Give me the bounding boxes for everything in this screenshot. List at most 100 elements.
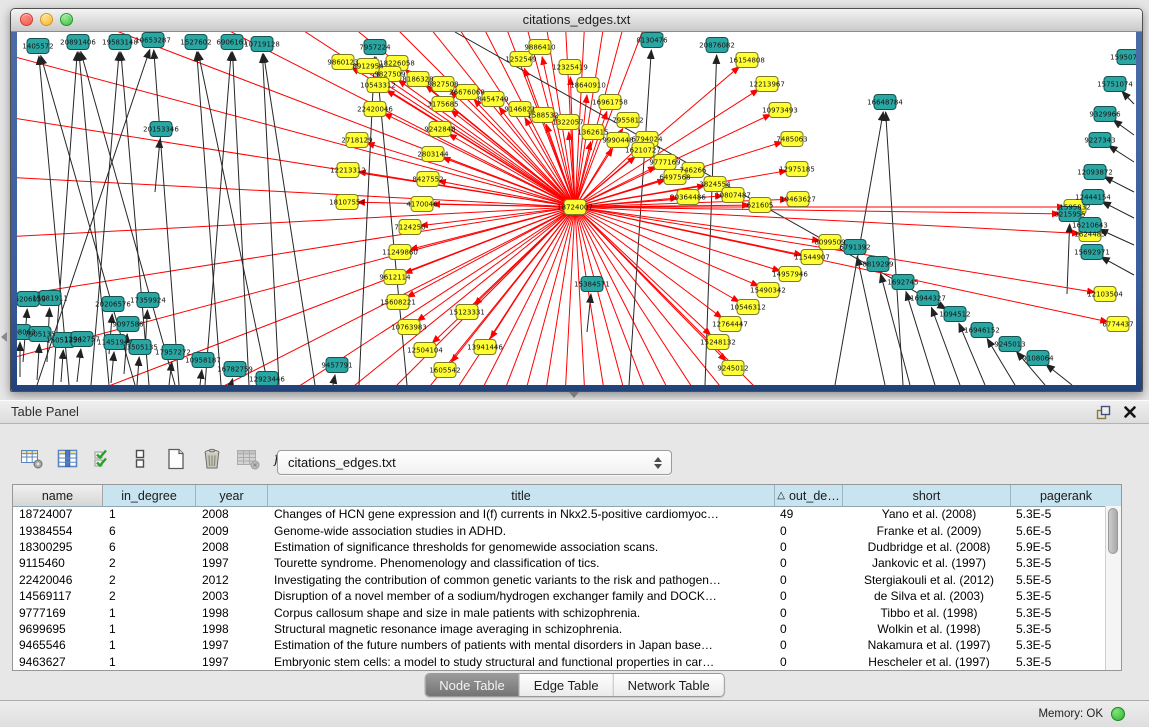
black-edge[interactable] [264,54,315,385]
table-row[interactable]: 969969511998Structural magnetic resonanc… [13,621,1106,637]
splitter-handle[interactable] [569,392,579,398]
network-view-window[interactable]: citations_edges.txt [10,8,1143,392]
table-settings-button[interactable] [18,446,45,472]
red-edge[interactable] [17,32,575,207]
black-edge[interactable] [333,375,335,385]
red-edge[interactable] [17,32,575,207]
red-edge[interactable] [575,207,759,286]
table-cell: Estimation of significance thresholds fo… [268,540,774,554]
new-document-button[interactable] [162,446,189,472]
black-edge[interactable] [61,350,63,382]
table-row[interactable]: 1872400712008Changes of HCN gene express… [13,506,1106,522]
column-header-out_de[interactable]: △out_de… [775,485,843,506]
memory-ok-indicator[interactable] [1111,707,1125,721]
table-row[interactable]: 1938455462009Genome-wide association stu… [13,522,1106,538]
red-edge[interactable] [575,207,1077,385]
table-row[interactable]: 1456911722003Disruption of a novel membe… [13,588,1106,604]
select-rows-button[interactable] [90,446,117,472]
red-edge[interactable] [17,32,575,207]
black-edge[interactable] [37,344,39,380]
black-edge[interactable] [1113,120,1134,135]
table-row[interactable]: 946554611997Estimation of the future num… [13,637,1106,653]
column-header-pagerank[interactable]: pagerank [1011,485,1121,506]
red-edge[interactable] [410,207,575,250]
minimize-window-button[interactable] [40,13,53,26]
red-edge[interactable] [17,32,575,207]
tab-node-table[interactable]: Node Table [425,674,520,696]
graph-node-label: 10973493 [762,107,798,115]
table-cell: Stergiakouli et al. (2012) [842,573,1010,587]
red-edge[interactable] [17,32,575,207]
table-row[interactable]: 1830029562008Estimation of significance … [13,539,1106,555]
network-canvas[interactable]: 1872400712325419186409101696175879558121… [17,32,1136,385]
red-edge[interactable] [17,32,575,207]
table-cell: 5.3E-5 [1010,589,1106,603]
graph-node-label: 1624485 [1074,231,1105,239]
table-header-row: namein_degreeyeartitle△out_de…shortpager… [13,485,1121,507]
delete-button[interactable] [198,446,225,472]
window-titlebar[interactable]: citations_edges.txt [11,9,1142,32]
column-header-name[interactable]: name [13,485,103,506]
table-cell: 6 [103,540,196,554]
table-selector-dropdown[interactable]: citations_edges.txt [277,450,672,475]
select-rows-icon [93,448,115,470]
black-edge[interactable] [155,139,160,192]
column-header-title[interactable]: title [268,485,775,506]
red-edge[interactable] [474,207,575,305]
black-edge[interactable] [1046,364,1072,385]
zoom-window-button[interactable] [60,13,73,26]
column-header-in_degree[interactable]: in_degree [103,485,196,506]
table-body: 1872400712008Changes of HCN gene express… [13,506,1106,670]
table-cell: 1997 [196,638,268,652]
split-view-button[interactable] [126,446,153,472]
column-header-year[interactable]: year [196,485,268,506]
graph-node-label: 621605 [747,202,774,210]
graph-node-label: 15123331 [449,309,485,317]
red-edge[interactable] [17,32,575,207]
red-edge[interactable] [17,32,575,207]
column-header-short[interactable]: short [843,485,1011,506]
float-panel-icon[interactable] [1096,405,1111,420]
black-edge[interactable] [1101,257,1134,275]
black-edge[interactable] [1102,202,1134,218]
black-edge[interactable] [200,370,202,385]
graph-node-label: 13505135 [122,344,158,352]
black-edge[interactable] [1104,177,1134,192]
red-edge[interactable] [575,207,937,385]
red-edge[interactable] [575,207,820,241]
black-edge[interactable] [1122,91,1134,104]
black-edge[interactable] [262,54,279,385]
tab-edge-table[interactable]: Edge Table [520,674,614,696]
table-panel: Table Panel [0,400,1149,700]
table-row[interactable]: 911546021997Tourette syndrome. Phenomeno… [13,555,1106,571]
red-edge[interactable] [575,32,1077,207]
graph-node-label: 8215955 [1054,211,1085,219]
scrollbar-thumb[interactable] [1108,508,1118,554]
table-row[interactable]: 2242004622012Investigating the contribut… [13,572,1106,588]
tab-network-table[interactable]: Network Table [614,674,724,696]
table-row[interactable]: 946362711997Embryonic stem cells: a mode… [13,654,1106,670]
black-edge[interactable] [1108,145,1134,162]
black-edge[interactable] [77,349,81,382]
table-scrollbar[interactable] [1105,506,1121,670]
table-row[interactable]: 977716911998Corpus callosum shape and si… [13,604,1106,620]
black-edge[interactable] [137,357,139,385]
table-cell: Changes of HCN gene expression and I(f) … [268,507,774,521]
red-edge[interactable] [575,207,1108,322]
black-edge[interactable] [587,294,591,332]
red-edge[interactable] [575,142,591,207]
close-panel-icon[interactable] [1123,405,1137,419]
black-edge[interactable] [111,352,114,383]
red-edge[interactable] [17,32,575,207]
red-edge[interactable] [575,207,722,318]
table-panel-titlebar[interactable]: Table Panel [0,400,1149,424]
collapse-left-panel-arrow[interactable] [1,332,7,342]
black-edge[interactable] [1067,224,1070,294]
red-edge[interactable] [17,32,575,207]
close-window-button[interactable] [20,13,33,26]
black-edge[interactable] [886,112,903,385]
show-columns-button[interactable] [54,446,81,472]
graph-node-label: 8130476 [636,37,668,45]
table-cell: Investigating the contribution of common… [268,573,774,587]
black-edge[interactable] [881,274,910,385]
